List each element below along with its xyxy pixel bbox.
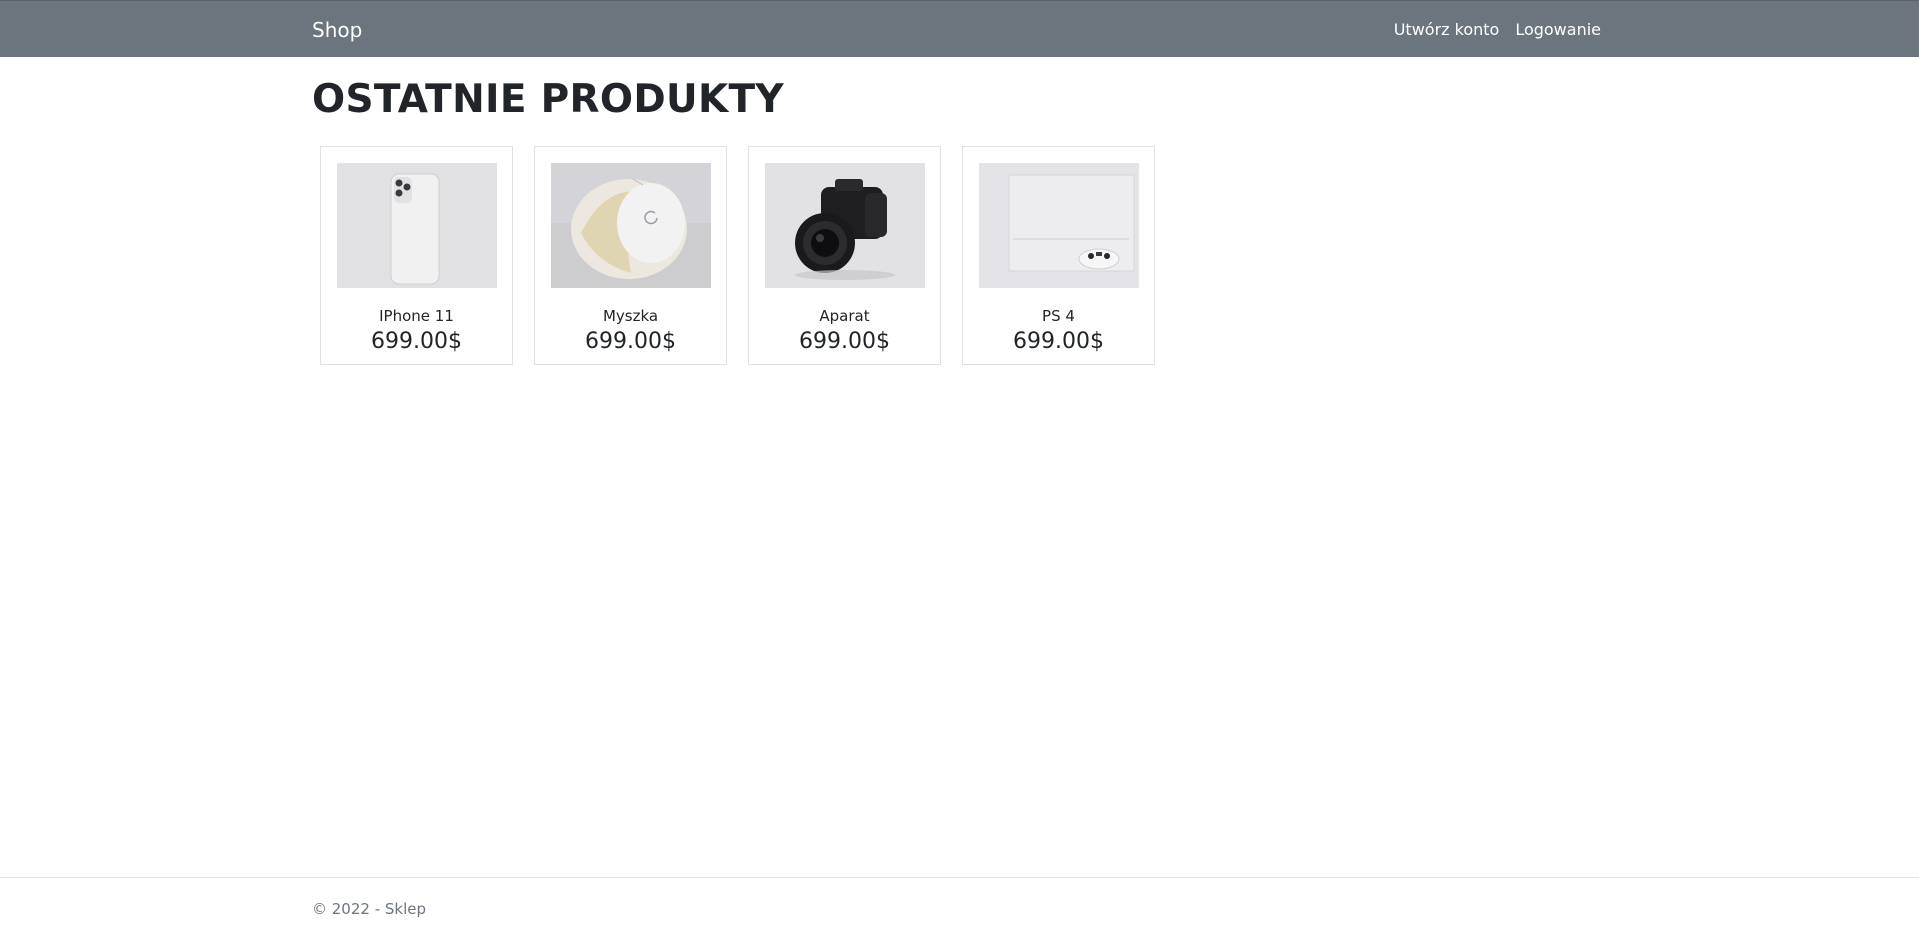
product-card-iphone[interactable]: IPhone 11 699.00$: [320, 146, 513, 365]
product-list: IPhone 11 699.00$ Myszka 699.00$ Aparat …: [320, 146, 1155, 365]
product-price: 699.00$: [585, 329, 676, 354]
product-name: PS 4: [1042, 307, 1075, 325]
ps4-image[interactable]: [979, 163, 1139, 288]
brand-link[interactable]: Shop: [312, 18, 362, 42]
product-price: 699.00$: [1013, 329, 1104, 354]
navbar: Shop Utwórz konto Logowanie: [0, 0, 1919, 57]
product-name: IPhone 11: [379, 307, 454, 325]
product-card-camera[interactable]: Aparat 699.00$: [748, 146, 941, 365]
product-price: 699.00$: [799, 329, 890, 354]
create-account-link[interactable]: Utwórz konto: [1394, 20, 1500, 40]
nav-links: Utwórz konto Logowanie: [1394, 20, 1601, 40]
product-card-mouse[interactable]: Myszka 699.00$: [534, 146, 727, 365]
mouse-image[interactable]: [551, 163, 711, 288]
product-price: 699.00$: [371, 329, 462, 354]
camera-image[interactable]: [765, 163, 925, 288]
product-card-ps4[interactable]: PS 4 699.00$: [962, 146, 1155, 365]
footer-copyright: © 2022 - Sklep: [312, 900, 427, 918]
product-name: Aparat: [819, 307, 870, 325]
product-name: Myszka: [602, 307, 659, 325]
footer: © 2022 - Sklep: [0, 877, 1919, 939]
iphone-image[interactable]: [337, 163, 497, 288]
page-title: OSTATNIE PRODUKTY: [312, 77, 784, 122]
login-link[interactable]: Logowanie: [1515, 20, 1601, 40]
